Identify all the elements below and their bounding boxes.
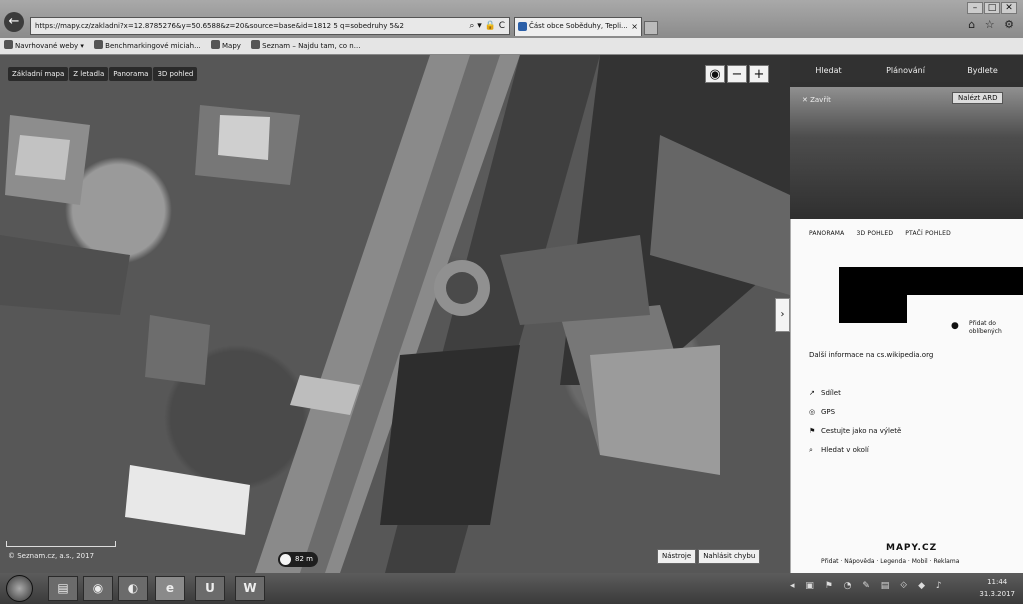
tab-close-icon[interactable]: × <box>631 18 638 35</box>
action-label: GPS <box>821 408 836 416</box>
new-tab-button[interactable] <box>644 21 658 35</box>
start-button[interactable] <box>6 575 33 602</box>
action-label: Hledat v okolí <box>821 446 869 454</box>
panorama-enter-button[interactable]: Nalézt ARD <box>952 92 1004 104</box>
close-window-button[interactable]: ✕ <box>1001 2 1017 14</box>
footer-links[interactable]: Přidat · Nápověda · Legenda · Mobil · Re… <box>821 558 959 565</box>
maximize-button[interactable]: □ <box>984 2 1000 14</box>
layer-basic-map[interactable]: Základní mapa <box>8 67 69 81</box>
address-url[interactable]: https://mapy.cz/zakladni?x=12.8785276&y=… <box>35 18 455 34</box>
back-button[interactable]: ← <box>4 12 24 32</box>
redacted-block <box>839 267 1023 295</box>
address-bar-icons[interactable]: ⌕ ▾ 🔒 C <box>469 18 505 34</box>
favorite-label: Seznam – Najdu tam, co n... <box>262 42 361 50</box>
map-attribution: © Seznam.cz, a.s., 2017 <box>8 552 95 560</box>
panel-tabs: Hledat Plánování Bydlete <box>790 55 1023 87</box>
favorite-seznam[interactable]: Seznam – Najdu tam, co n... <box>251 38 360 54</box>
taskbar-word-icon[interactable]: W <box>235 576 265 601</box>
star-icon <box>4 40 13 49</box>
view-tab-panorama[interactable]: PANORAMA <box>809 230 844 237</box>
zoom-in-button[interactable]: + <box>749 65 769 83</box>
favorite-label: Mapy <box>222 42 241 50</box>
action-label: Cestujte jako na výletě <box>821 427 902 435</box>
map-layer-switcher: Základní mapa Z letadla Panorama 3D pohled <box>8 67 198 82</box>
panorama-preview[interactable]: Hledat Plánování Bydlete ✕ Zavřít Nalézt A… <box>790 55 1023 219</box>
tools-button[interactable]: Nástroje <box>657 549 697 564</box>
share-icon: ↗ <box>809 389 815 397</box>
locate-me-icon[interactable]: ◉ <box>705 65 725 83</box>
view-tab-birds-eye[interactable]: PTAČÍ POHLED <box>905 230 951 237</box>
tab-housing[interactable]: Bydlete <box>944 55 1021 87</box>
map-scale-bar <box>6 541 116 547</box>
taskbar-outlook-icon[interactable]: U <box>195 576 225 601</box>
action-gps[interactable]: ◎ GPS <box>809 408 901 427</box>
wikipedia-info-link[interactable]: Další informace na cs.wikipedia.org <box>809 351 933 359</box>
add-favorite-link[interactable]: Přidat do oblíbených <box>949 320 1019 336</box>
system-tray-icons[interactable]: ◂ ▣ ⚑ ◔ ✎ ▤ ⟐ ◆ ♪ <box>790 581 946 591</box>
aerial-map[interactable]: Základní mapa Z letadla Panorama 3D pohled … <box>0 55 790 573</box>
map-icon <box>211 40 220 49</box>
zoom-controls: ◉ − + <box>705 65 771 83</box>
taskbar-ie-icon[interactable]: e <box>155 576 185 601</box>
zoom-out-button[interactable]: − <box>727 65 747 83</box>
browser-titlebar: ← https://mapy.cz/zakladni?x=12.8785276&… <box>0 0 1023 38</box>
panel-collapse-toggle[interactable]: › <box>775 298 790 332</box>
clock-time: 11:44 <box>987 578 1008 586</box>
system-clock[interactable]: 11:44 31.3.2017 <box>979 576 1015 600</box>
panorama-close-button[interactable]: ✕ Zavřít <box>802 96 831 104</box>
favorite-suggested-sites[interactable]: Navrhované weby ▾ <box>4 38 84 54</box>
report-error-button[interactable]: Nahlásit chybu <box>698 549 761 564</box>
taskbar-media-icon[interactable]: ◉ <box>83 576 113 601</box>
action-label: Sdílet <box>821 389 841 397</box>
mapy-logo: MAPY.CZ <box>886 543 938 553</box>
redacted-block <box>839 295 907 323</box>
globe-icon <box>94 40 104 49</box>
view-tabs: PANORAMA 3D POHLED PTAČÍ POHLED <box>809 230 963 237</box>
action-search-nearby[interactable]: ⌕ Hledat v okolí <box>809 446 901 465</box>
layer-aerial[interactable]: Z letadla <box>69 67 109 81</box>
favorite-label: Navrhované weby ▾ <box>15 42 84 50</box>
gps-icon: ◎ <box>809 408 816 416</box>
home-star-gear-icons[interactable]: ⌂ ☆ ⚙ <box>968 18 1017 31</box>
address-bar[interactable]: https://mapy.cz/zakladni?x=12.8785276&y=… <box>30 17 510 35</box>
view-tab-3d[interactable]: 3D POHLED <box>856 230 893 237</box>
favorite-benchmarking[interactable]: Benchmarkingové miciah... <box>94 38 201 54</box>
seznam-icon <box>251 40 261 49</box>
browser-tab-active[interactable]: Část obce Soběduhy, Tepli... × <box>514 17 642 36</box>
tab-search[interactable]: Hledat <box>790 55 867 87</box>
place-actions: ↗ Sdílet ◎ GPS ⚑ Cestujte jako na výletě ⌕ H… <box>809 389 901 465</box>
layer-3d-view[interactable]: 3D pohled <box>153 67 198 81</box>
tab-title: Část obce Soběduhy, Tepli... <box>529 22 628 30</box>
info-panel: PANORAMA 3D POHLED PTAČÍ POHLED Přidat do … <box>790 219 1023 573</box>
favorite-label: Benchmarkingové miciah... <box>105 42 201 50</box>
favorites-bar: Navrhované weby ▾ Benchmarkingové miciah… <box>0 38 1023 55</box>
layer-panorama[interactable]: Panorama <box>109 67 153 81</box>
mapy-favicon-icon <box>518 22 527 31</box>
map-bottom-tools: Nástroje Nahlásit chybu <box>657 549 762 564</box>
window-controls: – □ ✕ <box>966 2 1017 14</box>
aerial-imagery <box>0 55 790 573</box>
search-icon: ⌕ <box>809 446 813 454</box>
minimize-button[interactable]: – <box>967 2 983 14</box>
taskbar-explorer-icon[interactable]: ▤ <box>48 576 78 601</box>
flag-icon: ⚑ <box>809 427 816 435</box>
windows-taskbar: ▤ ◉ ◐ e U W ◂ ▣ ⚑ ◔ ✎ ▤ ⟐ ◆ ♪ 11:44 31.3… <box>0 573 1023 604</box>
tab-planning[interactable]: Plánování <box>867 55 944 87</box>
scale-indicator: 82 m <box>278 552 318 567</box>
clock-date: 31.3.2017 <box>979 590 1015 598</box>
action-trip[interactable]: ⚑ Cestujte jako na výletě <box>809 427 901 446</box>
favorite-mapy[interactable]: Mapy <box>211 38 241 54</box>
taskbar-app-icon[interactable]: ◐ <box>118 576 148 601</box>
action-share[interactable]: ↗ Sdílet <box>809 389 901 408</box>
